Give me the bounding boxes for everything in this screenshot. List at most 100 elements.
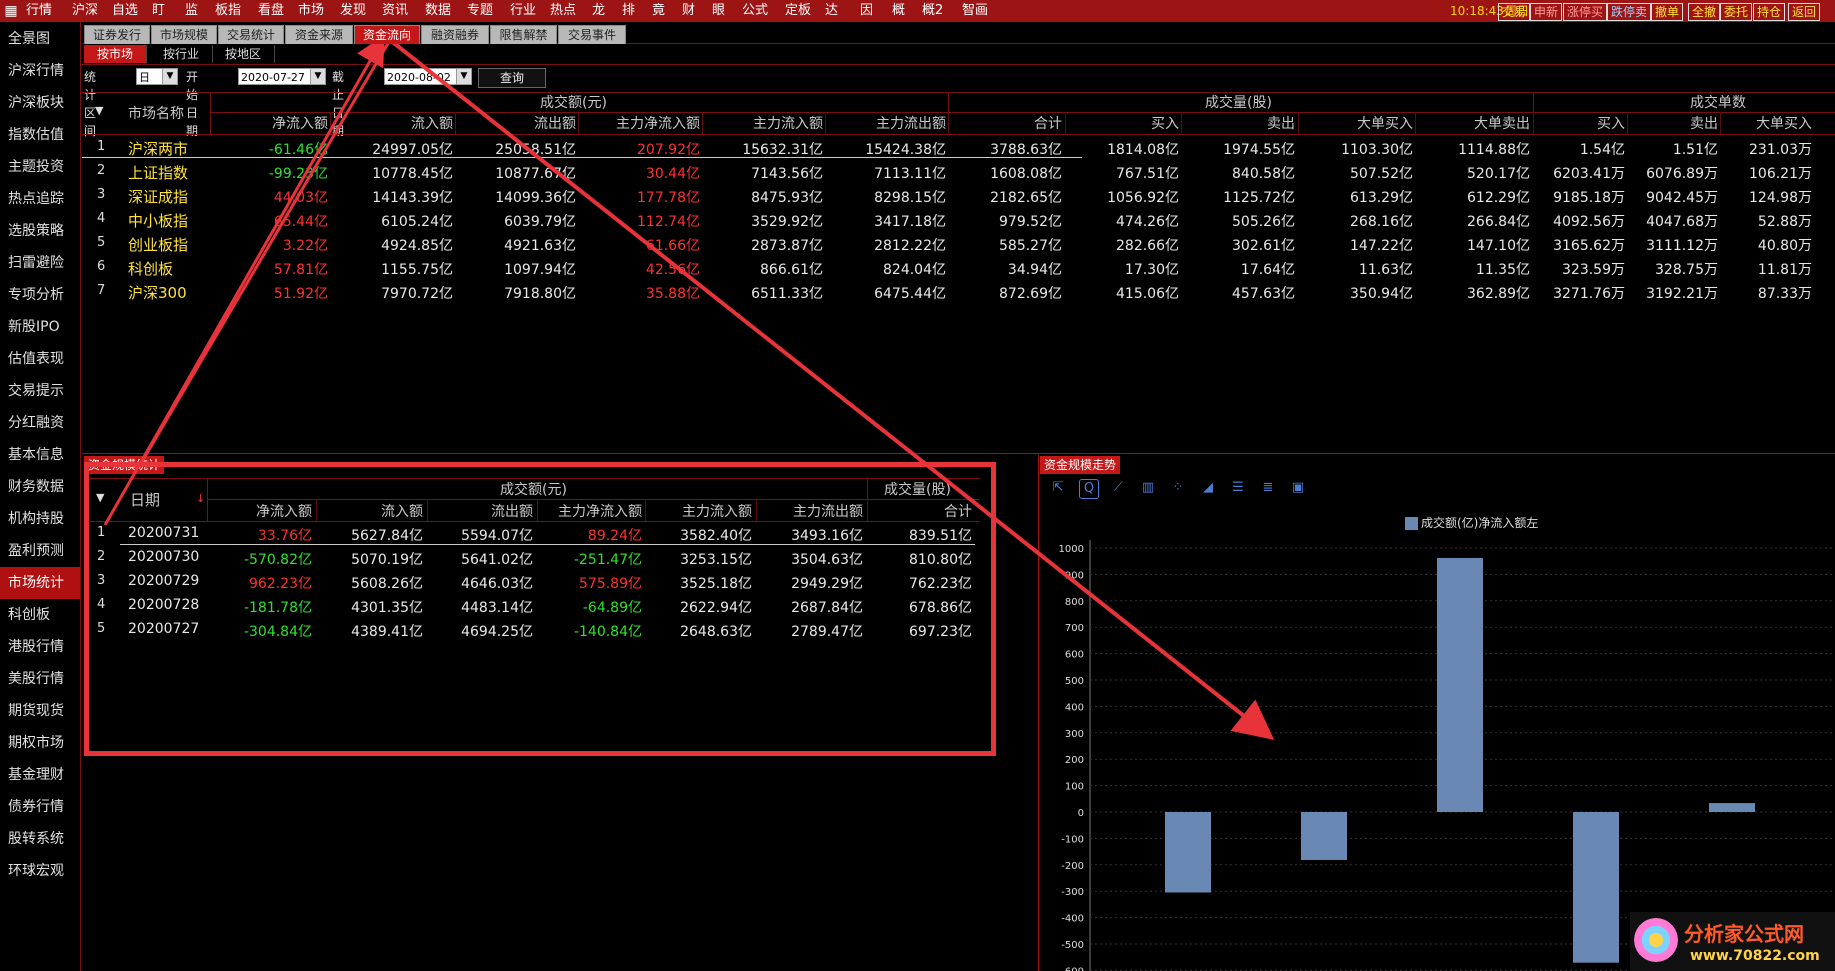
tab-1[interactable]: 市场规模: [151, 25, 217, 44]
col-header-8[interactable]: 卖出: [1181, 113, 1295, 133]
tab-5[interactable]: 融资融券: [421, 25, 489, 44]
top-menu-item[interactable]: 市场: [298, 0, 324, 22]
top-menu-item[interactable]: 眼: [712, 0, 725, 22]
col-header-13[interactable]: 大单买入: [1720, 113, 1812, 133]
top-menu-item[interactable]: 公式: [742, 0, 768, 22]
tab-0[interactable]: 证券发行: [84, 25, 150, 44]
subtab-0[interactable]: 按市场: [84, 45, 147, 63]
end-date-input[interactable]: 2020-08-02 ▼: [384, 68, 472, 85]
sidebar-item[interactable]: 财务数据: [0, 471, 80, 503]
bar-chart-icon[interactable]: ▥: [1139, 479, 1157, 497]
top-menu-item[interactable]: 监: [185, 0, 198, 22]
sidebar-item[interactable]: 新股IPO: [0, 311, 80, 343]
top-menu-item[interactable]: 概2: [922, 0, 943, 22]
top-menu-item[interactable]: 智画: [962, 0, 988, 22]
top-menu-item[interactable]: 竟: [652, 0, 665, 22]
sidebar-item[interactable]: 美股行情: [0, 663, 80, 695]
top-menu-item[interactable]: 热点: [550, 0, 576, 22]
top-menu-item[interactable]: 盯: [152, 0, 165, 22]
col-header-3[interactable]: 主力净流入额: [578, 113, 700, 133]
top-action-button[interactable]: 申新: [1530, 3, 1563, 21]
sidebar-item[interactable]: 估值表现: [0, 343, 80, 375]
sidebar-item[interactable]: 分红融资: [0, 407, 80, 439]
sidebar-item[interactable]: 期货现货: [0, 695, 80, 727]
tab-6[interactable]: 限售解禁: [490, 25, 557, 44]
top-action-button[interactable]: 跌停卖: [1607, 3, 1652, 21]
col-header-1[interactable]: 流入额: [330, 113, 453, 133]
sidebar-item[interactable]: 科创板: [0, 599, 80, 631]
top-menu-item[interactable]: 排: [622, 0, 635, 22]
top-menu-item[interactable]: 数据: [425, 0, 451, 22]
sidebar-item[interactable]: 盈利预测: [0, 535, 80, 567]
list-icon[interactable]: ☰: [1229, 479, 1247, 497]
sidebar-item[interactable]: 港股行情: [0, 631, 80, 663]
sidebar-item[interactable]: 基金理财: [0, 759, 80, 791]
top-menu-item[interactable]: 概: [892, 0, 905, 22]
sidebar-item[interactable]: 基本信息: [0, 439, 80, 471]
col-header-6[interactable]: 合计: [948, 113, 1062, 133]
top-menu-item[interactable]: 资讯: [382, 0, 408, 22]
column-menu-dropdown[interactable]: ▼: [95, 104, 103, 117]
col-header-0[interactable]: 净流入额: [210, 113, 328, 133]
grid-lines-icon[interactable]: ≣: [1259, 479, 1277, 497]
bar-20200727[interactable]: [1165, 812, 1211, 893]
col-header-11[interactable]: 买入: [1533, 113, 1625, 133]
market-name-cell[interactable]: 深证成指: [128, 186, 188, 207]
top-action-button[interactable]: 涨停买: [1563, 3, 1608, 21]
sidebar-item[interactable]: 沪深板块: [0, 87, 80, 119]
market-name-cell[interactable]: 沪深300: [128, 282, 187, 303]
sidebar-item[interactable]: 主题投资: [0, 151, 80, 183]
sidebar-item[interactable]: 沪深行情: [0, 55, 80, 87]
bar-20200729[interactable]: [1437, 557, 1483, 812]
col-market-name[interactable]: 市场名称: [128, 103, 184, 123]
market-name-cell[interactable]: 科创板: [128, 258, 173, 279]
start-date-input[interactable]: 2020-07-27 ▼: [238, 68, 326, 85]
market-name-cell[interactable]: 创业板指: [128, 234, 188, 255]
top-menu-item[interactable]: 发现: [340, 0, 366, 22]
tab-4[interactable]: 资金流向: [354, 25, 420, 44]
top-menu-item[interactable]: 行业: [510, 0, 536, 22]
tab-3[interactable]: 资金来源: [285, 25, 353, 44]
market-name-cell[interactable]: 沪深两市: [128, 138, 188, 159]
sidebar-item[interactable]: 指数估值: [0, 119, 80, 151]
zoom-icon[interactable]: Q: [1079, 479, 1099, 499]
interval-select[interactable]: 日 ▼: [136, 68, 178, 85]
col-header-4[interactable]: 主力流入额: [702, 113, 823, 133]
bar-20200728[interactable]: [1301, 812, 1347, 860]
market-name-cell[interactable]: 上证指数: [128, 162, 188, 183]
top-menu-item[interactable]: 因: [860, 0, 873, 22]
export-icon[interactable]: ▣: [1289, 479, 1307, 497]
subtab-2[interactable]: 按地区: [212, 45, 275, 63]
sidebar-item[interactable]: 期权市场: [0, 727, 80, 759]
sidebar-item[interactable]: 市场统计: [0, 567, 80, 599]
sidebar-item[interactable]: 专项分析: [0, 279, 80, 311]
subtab-1[interactable]: 按行业: [150, 45, 213, 63]
market-name-cell[interactable]: 中小板指: [128, 210, 188, 231]
tab-7[interactable]: 交易事件: [558, 25, 626, 44]
col-header-10[interactable]: 大单卖出: [1415, 113, 1530, 133]
top-action-button[interactable]: 委托: [1720, 3, 1753, 21]
sidebar-item[interactable]: 机构持股: [0, 503, 80, 535]
area-chart-icon[interactable]: ◢: [1199, 479, 1217, 497]
col-header-2[interactable]: 流出额: [455, 113, 576, 133]
sidebar-item[interactable]: 交易提示: [0, 375, 80, 407]
top-menu-item[interactable]: 达: [825, 0, 838, 22]
apps-grid-icon[interactable]: ▦: [0, 0, 22, 22]
top-menu-item[interactable]: 行情: [26, 0, 52, 22]
sidebar-item[interactable]: 扫雷避险: [0, 247, 80, 279]
sidebar-item[interactable]: 热点追踪: [0, 183, 80, 215]
top-menu-item[interactable]: 专题: [467, 0, 493, 22]
top-menu-item[interactable]: 自选: [112, 0, 138, 22]
col-header-7[interactable]: 买入: [1065, 113, 1179, 133]
line-chart-icon[interactable]: ⟋: [1109, 479, 1127, 497]
top-menu-item[interactable]: 板指: [215, 0, 241, 22]
top-menu-item[interactable]: 定板: [785, 0, 811, 22]
top-action-button[interactable]: 返回: [1788, 3, 1821, 21]
top-action-button[interactable]: 撤单: [1651, 3, 1684, 21]
top-action-button[interactable]: 持仓: [1753, 3, 1786, 21]
col-header-5[interactable]: 主力流出额: [825, 113, 946, 133]
sidebar-item[interactable]: 股转系统: [0, 823, 80, 855]
top-action-button[interactable]: 全撤: [1688, 3, 1721, 21]
top-menu-item[interactable]: 沪深: [72, 0, 98, 22]
scatter-icon[interactable]: ⁘: [1169, 479, 1187, 497]
